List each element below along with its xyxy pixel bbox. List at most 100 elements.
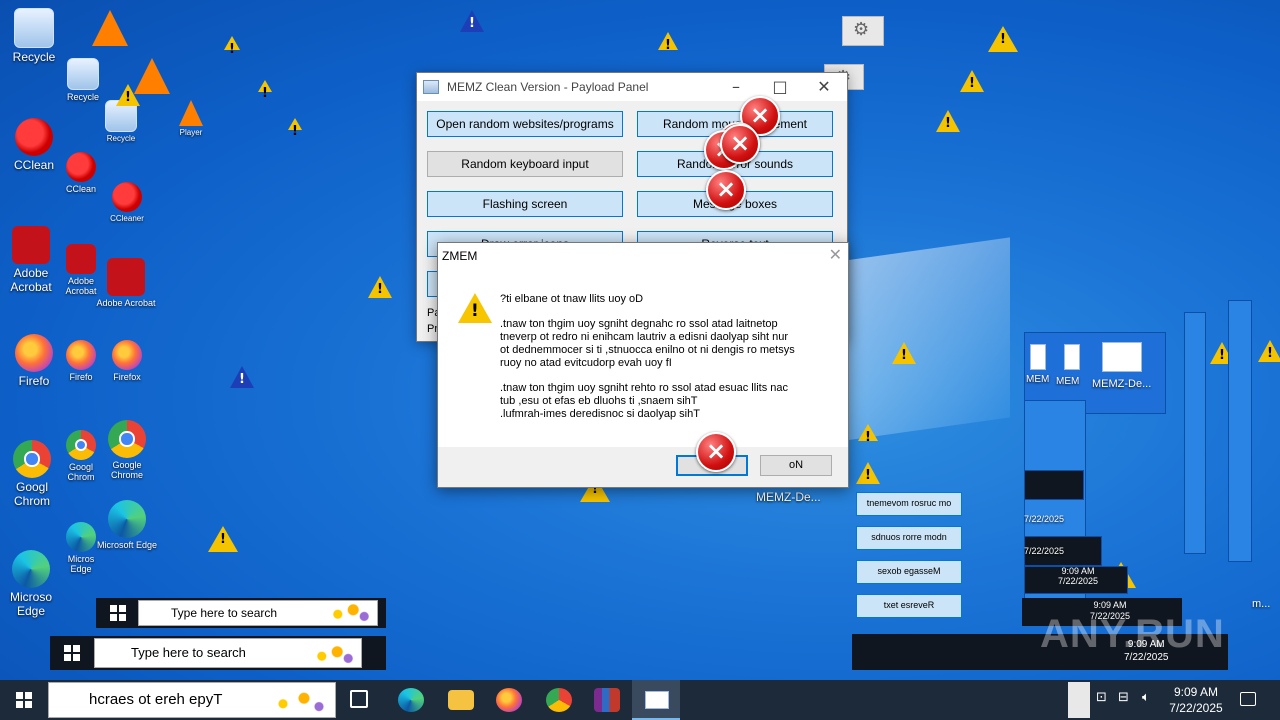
edge-icon[interactable] (398, 688, 424, 712)
ghost-payload-button[interactable]: txet esreveR (856, 594, 962, 618)
ghost-taskbar: Type here to search (96, 598, 386, 628)
windows-start-icon[interactable] (110, 605, 126, 621)
clock-date: 7/22/2025 (1169, 701, 1223, 715)
desktop-icon-recycle-bin-copy2[interactable]: Recycle (96, 100, 146, 143)
memz-desktop-label[interactable]: MEMZ-De... (756, 490, 821, 504)
desktop-icon-firefox-copy[interactable]: Firefo (56, 340, 106, 382)
memz-app-icon (1102, 342, 1142, 372)
warning-icon (116, 84, 140, 106)
payload-panel-titlebar[interactable]: MEMZ Clean Version - Payload Panel – □ ✕ (417, 73, 847, 101)
payload-keyboard-input-button[interactable]: Random keyboard input (427, 151, 623, 177)
desktop-icon-recycle-bin[interactable]: Recycle (2, 8, 66, 64)
dialog-no-button[interactable]: oN (760, 455, 832, 476)
firefox-icon (15, 334, 53, 372)
memz-taskbar-button[interactable] (632, 680, 680, 720)
desktop-icon-acrobat[interactable]: Adobe Acrobat (2, 226, 60, 294)
desktop-icon-label: CClean (13, 158, 55, 172)
ghost-search-text: Type here to search (171, 606, 278, 620)
dialog-message-question: ?ti elbane ot tnaw llits uoy oD (500, 293, 644, 305)
taskbar-clock[interactable]: 9:09 AM 7/22/2025 (1166, 684, 1226, 716)
ghost-search-text: Type here to search (131, 645, 246, 660)
dialog-close-button[interactable]: ✕ (829, 245, 842, 264)
chrome-icon[interactable] (546, 688, 572, 712)
ghost-clock: 9:09 AM 7/22/2025 (1058, 566, 1098, 586)
warning-icon (858, 424, 878, 445)
meet-now-icon[interactable]: ⊡ (1096, 690, 1107, 705)
desktop-icon-label: Googl Chrom (13, 480, 50, 508)
chrome-icon (66, 430, 96, 460)
minimize-button[interactable]: – (721, 76, 751, 98)
notification-icon[interactable] (1240, 692, 1256, 706)
ghost-payload-button[interactable]: tnemevom rosruc mo (856, 492, 962, 516)
desktop-icon-edge-copy2[interactable]: Microsoft Edge (96, 500, 158, 550)
ghost-taskbar: Type here to search (50, 636, 386, 670)
warning-icon (936, 110, 960, 132)
payload-open-websites-button[interactable]: Open random websites/programs (427, 111, 623, 137)
warning-icon (208, 526, 238, 552)
flowers-icon (313, 643, 357, 665)
ghost-payload-button[interactable]: sdnuos rorre modn (856, 526, 962, 550)
desktop-icon-chrome[interactable]: Googl Chrom (2, 440, 62, 508)
ghost-clock-date: 7/22/2025 (1058, 576, 1099, 586)
ghost-date-label: 7/22/2025 (1024, 514, 1065, 524)
clock-time: 9:09 AM (1173, 685, 1219, 699)
warning-icon (856, 462, 880, 484)
taskbar-ghost-block (1068, 682, 1090, 718)
edge-icon (108, 500, 146, 538)
ghost-window-trail (1228, 300, 1252, 562)
ghost-icon-label: MEMZ-De... (1092, 378, 1152, 390)
ccleaner-icon (15, 118, 53, 156)
windows-start-icon[interactable] (64, 645, 80, 661)
desktop-icon-edge[interactable]: Microso Edge (2, 550, 60, 618)
chrome-icon (108, 420, 146, 458)
network-icon[interactable]: ⊟ (1118, 690, 1129, 705)
desktop-icon-recycle-bin-copy[interactable]: Recycle (58, 58, 108, 102)
warning-icon (960, 70, 984, 92)
desktop-icon-vlc[interactable] (80, 10, 140, 48)
winrar-icon[interactable] (594, 688, 620, 712)
desktop-icon-ccleaner-copy[interactable]: CClean (56, 152, 106, 194)
desktop-icon-ccleaner-copy2[interactable]: CCleaner (102, 182, 152, 223)
acrobat-icon (12, 226, 50, 264)
edge-icon (66, 522, 96, 552)
payload-flashing-screen-button[interactable]: Flashing screen (427, 191, 623, 217)
vlc-cone-icon (92, 10, 128, 46)
volume-icon[interactable]: 🔈︎ (1142, 690, 1150, 705)
desktop-icon-firefox-copy2[interactable]: Firefox (102, 340, 152, 382)
warning-icon (988, 26, 1018, 52)
ghost-search-box[interactable]: Type here to search (138, 600, 378, 626)
desktop-icon-chrome-copy2[interactable]: Google Chrome (96, 420, 158, 480)
close-button[interactable]: ✕ (809, 76, 839, 98)
firefox-icon (112, 340, 142, 370)
task-view-icon[interactable] (350, 690, 368, 708)
acrobat-icon (107, 258, 145, 296)
warning-icon (658, 32, 678, 53)
vlc-cone-icon (179, 100, 203, 126)
desktop-icon-label: Firefo (69, 372, 93, 382)
settings-gear-icon (842, 16, 884, 46)
ghost-payload-button[interactable]: sexob egasseM (856, 560, 962, 584)
dialog-title: ZMEM (442, 249, 478, 263)
error-icon: × (720, 124, 760, 164)
windows-start-icon[interactable] (16, 692, 32, 708)
anyrun-watermark: ANY.RUN (1040, 612, 1225, 656)
firefox-icon[interactable] (496, 688, 522, 712)
desktop-icon-vlc-copy2[interactable]: Player (166, 100, 216, 137)
memz-icon (645, 691, 669, 709)
warning-icon (458, 293, 492, 323)
desktop-icon-label: Googl Chrom (67, 462, 95, 482)
desktop-icon-label: Microso Edge (9, 590, 52, 618)
warning-icon (288, 118, 302, 139)
ghost-search-box[interactable]: Type here to search (94, 638, 362, 668)
warning-icon-blue (230, 366, 254, 388)
desktop-icon-acrobat-copy2[interactable]: Adobe Acrobat (96, 258, 156, 308)
desktop-icon-label: CClean (65, 184, 96, 194)
acrobat-icon (66, 244, 96, 274)
file-explorer-icon[interactable] (448, 690, 474, 710)
taskbar-search-box[interactable]: hcraes ot ereh epyT (48, 682, 336, 718)
ghost-icon-label: MEM (1056, 376, 1080, 387)
desktop-icon-label: Micros Edge (67, 554, 95, 574)
maximize-button[interactable]: □ (765, 76, 795, 98)
window-title: MEMZ Clean Version - Payload Panel (447, 80, 649, 94)
desktop-icon-label: Google Chrome (110, 460, 143, 480)
